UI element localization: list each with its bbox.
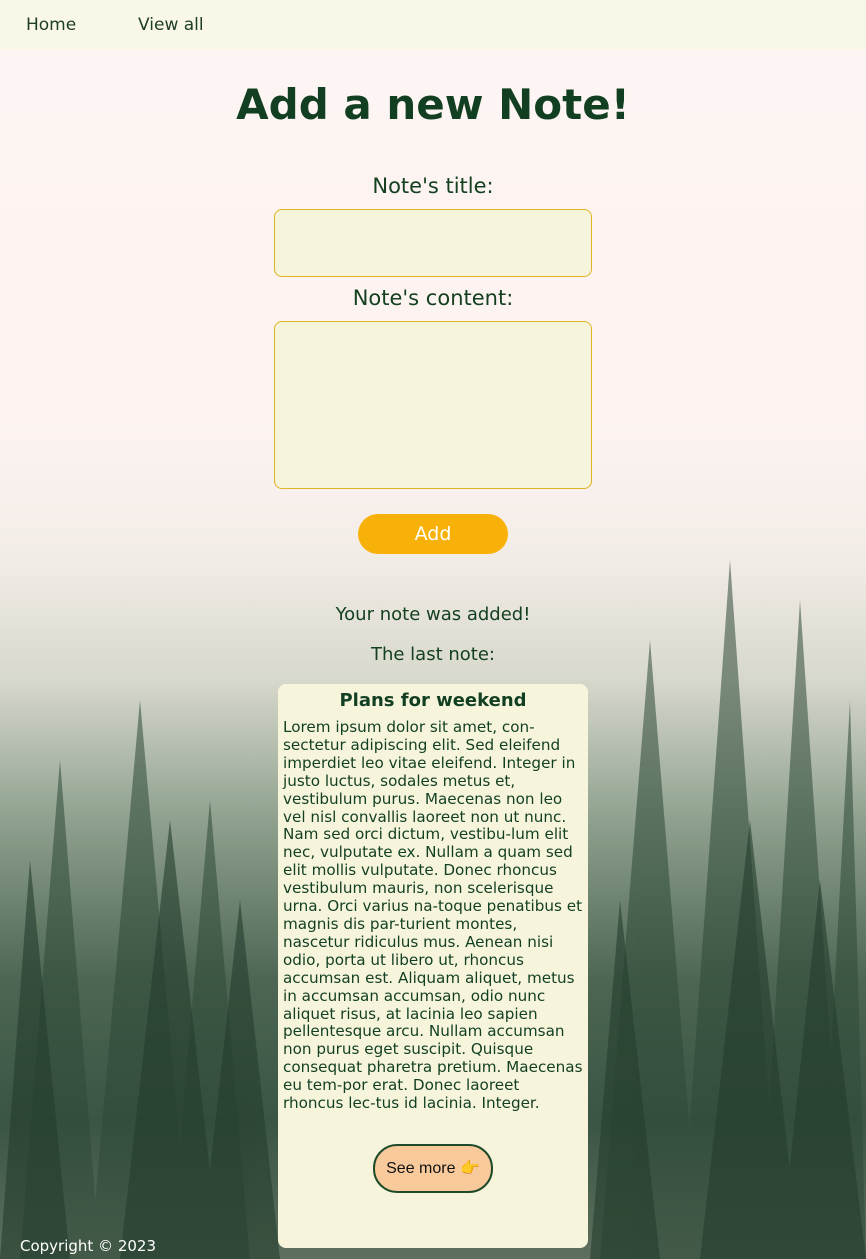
- add-note-button[interactable]: Add: [358, 514, 508, 554]
- note-content-textarea[interactable]: [274, 321, 592, 489]
- last-note-label: The last note:: [370, 644, 495, 665]
- status-message: Your note was added!: [335, 604, 531, 625]
- last-note-body: Lorem ipsum dolor sit amet, con-sectetur…: [283, 718, 583, 1113]
- last-note-title: Plans for weekend: [339, 690, 527, 711]
- note-content-label: Note's content:: [352, 286, 514, 310]
- page-title: Add a new Note!: [236, 80, 630, 129]
- see-more-button[interactable]: See more 👉: [373, 1144, 493, 1193]
- note-title-label: Note's title:: [372, 174, 494, 198]
- top-navbar: Home View all: [0, 0, 866, 50]
- footer-copyright: Copyright © 2023: [20, 1237, 157, 1255]
- nav-view-all-link[interactable]: View all: [138, 15, 204, 35]
- last-note-card: Plans for weekend Lorem ipsum dolor sit …: [278, 684, 588, 1248]
- note-title-input[interactable]: [274, 209, 592, 277]
- nav-home-link[interactable]: Home: [26, 15, 76, 35]
